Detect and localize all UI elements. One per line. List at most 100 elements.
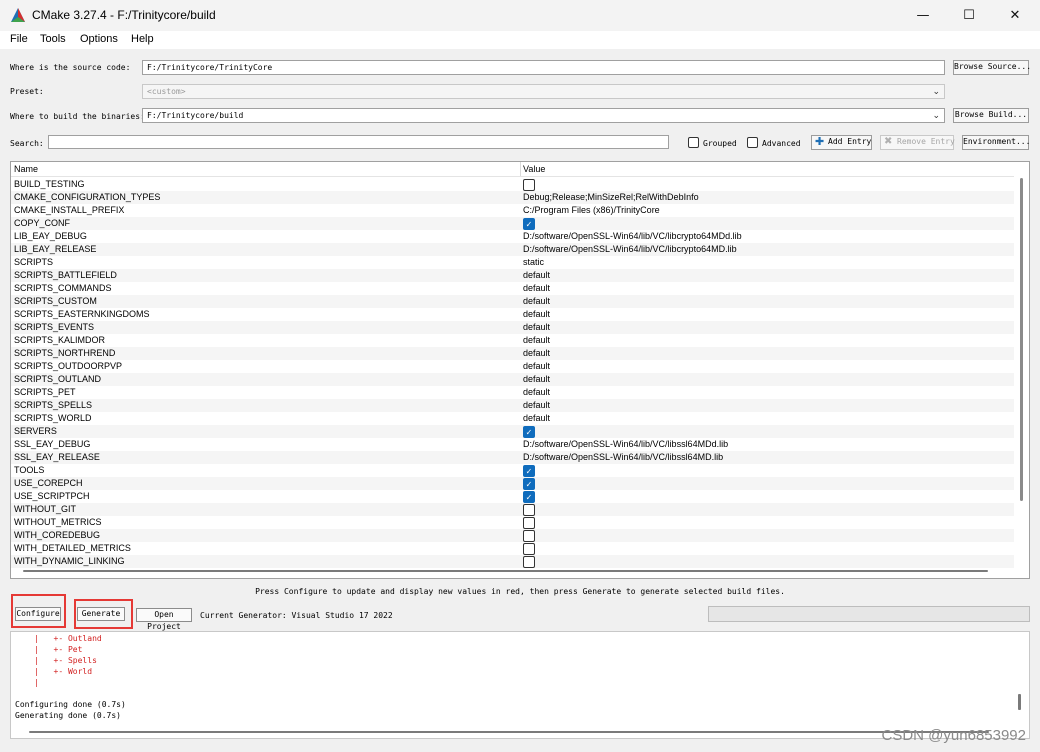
table-row[interactable]: SCRIPTS_CUSTOM default (11, 295, 1014, 308)
add-entry-button[interactable]: ✚ Add Entry (811, 135, 872, 150)
table-row[interactable]: SSL_EAY_RELEASE D:/software/OpenSSL-Win64… (11, 451, 1014, 464)
remove-entry-label: Remove Entry (897, 137, 955, 146)
value-checkbox-checked[interactable]: ✓ (523, 491, 535, 503)
cell-value[interactable]: Debug;Release;MinSizeRel;RelWithDebInfo (523, 191, 699, 204)
column-value[interactable]: Value (523, 164, 545, 174)
table-row[interactable]: SCRIPTS_PET default (11, 386, 1014, 399)
table-row[interactable]: SCRIPTS_SPELLS default (11, 399, 1014, 412)
table-row[interactable]: SCRIPTS_EVENTS default (11, 321, 1014, 334)
value-checkbox-checked[interactable]: ✓ (523, 218, 535, 230)
table-row[interactable]: USE_SCRIPTPCH ✓ (11, 490, 1014, 503)
cell-name: CMAKE_CONFIGURATION_TYPES (14, 192, 161, 202)
table-row[interactable]: WITHOUT_METRICS (11, 516, 1014, 529)
value-checkbox[interactable] (523, 179, 535, 191)
advanced-checkbox[interactable] (747, 137, 758, 148)
value-checkbox-checked[interactable]: ✓ (523, 465, 535, 477)
table-row[interactable]: SCRIPTS_EASTERNKINGDOMS default (11, 308, 1014, 321)
table-row[interactable]: SCRIPTS_NORTHREND default (11, 347, 1014, 360)
cell-value[interactable]: D:/software/OpenSSL-Win64/lib/VC/libcryp… (523, 243, 737, 256)
cell-name: COPY_CONF (14, 218, 71, 228)
cell-name: SCRIPTS_OUTDOORPVP (14, 361, 123, 371)
table-row[interactable]: LIB_EAY_RELEASE D:/software/OpenSSL-Win64… (11, 243, 1014, 256)
cell-value[interactable]: default (523, 412, 550, 425)
table-row[interactable]: CMAKE_INSTALL_PREFIX C:/Program Files (x8… (11, 204, 1014, 217)
value-checkbox[interactable] (523, 530, 535, 542)
cell-value[interactable]: default (523, 308, 550, 321)
cell-value[interactable]: D:/software/OpenSSL-Win64/lib/VC/libcryp… (523, 230, 742, 243)
value-checkbox-checked[interactable]: ✓ (523, 478, 535, 490)
value-checkbox[interactable] (523, 504, 535, 516)
column-name[interactable]: Name (14, 164, 38, 174)
cell-name: SCRIPTS_PET (14, 387, 76, 397)
cell-value[interactable]: default (523, 347, 550, 360)
column-divider[interactable] (520, 162, 521, 176)
table-row[interactable]: WITH_DYNAMIC_LINKING (11, 555, 1014, 568)
remove-entry-button[interactable]: ✖ Remove Entry (880, 135, 955, 150)
table-row[interactable]: SCRIPTS_KALIMDOR default (11, 334, 1014, 347)
table-row[interactable]: WITH_COREDEBUG (11, 529, 1014, 542)
preset-label: Preset: (10, 87, 44, 96)
cell-name: SCRIPTS (14, 257, 54, 267)
value-checkbox-checked[interactable]: ✓ (523, 426, 535, 438)
grouped-checkbox[interactable] (688, 137, 699, 148)
cell-value[interactable]: default (523, 373, 550, 386)
value-checkbox[interactable] (523, 543, 535, 555)
table-row[interactable]: SCRIPTS_OUTDOORPVP default (11, 360, 1014, 373)
close-button[interactable]: ✕ (992, 0, 1038, 31)
table-horizontal-scrollbar[interactable] (23, 570, 988, 572)
cell-value[interactable]: default (523, 295, 550, 308)
log-line: | +- Spells (15, 656, 97, 665)
cell-value[interactable]: C:/Program Files (x86)/TrinityCore (523, 204, 660, 217)
output-horizontal-scrollbar[interactable] (29, 731, 989, 733)
table-row[interactable]: WITHOUT_GIT (11, 503, 1014, 516)
search-input[interactable] (48, 135, 669, 149)
build-path-select[interactable]: F:/Trinitycore/build ⌄ (142, 108, 945, 123)
table-row[interactable]: BUILD_TESTING (11, 178, 1014, 191)
menu-file[interactable]: File (10, 33, 28, 45)
build-path-value: F:/Trinitycore/build (147, 111, 244, 120)
value-checkbox[interactable] (523, 556, 535, 568)
cell-value[interactable]: D:/software/OpenSSL-Win64/lib/VC/libssl6… (523, 438, 728, 451)
table-row[interactable]: SERVERS ✓ (11, 425, 1014, 438)
table-row[interactable]: SCRIPTS static (11, 256, 1014, 269)
current-generator: Current Generator: Visual Studio 17 2022 (200, 611, 393, 620)
menu-tools[interactable]: Tools (40, 33, 66, 45)
cell-value[interactable]: default (523, 399, 550, 412)
table-row[interactable]: CMAKE_CONFIGURATION_TYPES Debug;Release;M… (11, 191, 1014, 204)
table-row[interactable]: SSL_EAY_DEBUG D:/software/OpenSSL-Win64/l… (11, 438, 1014, 451)
output-vertical-scrollbar[interactable] (1018, 694, 1021, 710)
open-project-button[interactable]: Open Project (136, 608, 192, 631)
table-row[interactable]: SCRIPTS_COMMANDS default (11, 282, 1014, 295)
cell-value[interactable]: default (523, 282, 550, 295)
cell-value[interactable]: static (523, 256, 544, 269)
cell-value[interactable]: default (523, 269, 550, 282)
cell-value[interactable]: default (523, 334, 550, 347)
minimize-button[interactable]: — (900, 0, 946, 31)
value-checkbox[interactable] (523, 517, 535, 529)
output-log[interactable]: | +- Outland | +- Pet | +- Spells | +- W… (10, 631, 1030, 739)
cell-value[interactable]: D:/software/OpenSSL-Win64/lib/VC/libssl6… (523, 451, 723, 464)
table-row[interactable]: TOOLS ✓ (11, 464, 1014, 477)
table-row[interactable]: SCRIPTS_WORLD default (11, 412, 1014, 425)
table-row[interactable]: USE_COREPCH ✓ (11, 477, 1014, 490)
menu-options[interactable]: Options (80, 33, 118, 45)
log-line: | +- Pet (15, 645, 83, 654)
source-path-input[interactable]: F:/Trinitycore/TrinityCore (142, 60, 945, 75)
browse-source-button[interactable]: Browse Source... (953, 60, 1031, 75)
browse-build-button[interactable]: Browse Build... (953, 108, 1029, 123)
cell-value[interactable]: default (523, 321, 550, 334)
cell-name: LIB_EAY_RELEASE (14, 244, 97, 254)
cell-value[interactable]: default (523, 360, 550, 373)
cell-value[interactable]: default (523, 386, 550, 399)
maximize-button[interactable]: ☐ (946, 0, 992, 31)
table-vertical-scrollbar[interactable] (1020, 178, 1023, 501)
cell-name: SSL_EAY_DEBUG (14, 439, 91, 449)
table-row[interactable]: SCRIPTS_OUTLAND default (11, 373, 1014, 386)
environment-button[interactable]: Environment... (962, 135, 1030, 150)
menu-help[interactable]: Help (131, 33, 154, 45)
table-row[interactable]: SCRIPTS_BATTLEFIELD default (11, 269, 1014, 282)
table-row[interactable]: LIB_EAY_DEBUG D:/software/OpenSSL-Win64/l… (11, 230, 1014, 243)
table-row[interactable]: COPY_CONF ✓ (11, 217, 1014, 230)
menu-bar: File Tools Options Help (0, 31, 1040, 49)
table-row[interactable]: WITH_DETAILED_METRICS (11, 542, 1014, 555)
